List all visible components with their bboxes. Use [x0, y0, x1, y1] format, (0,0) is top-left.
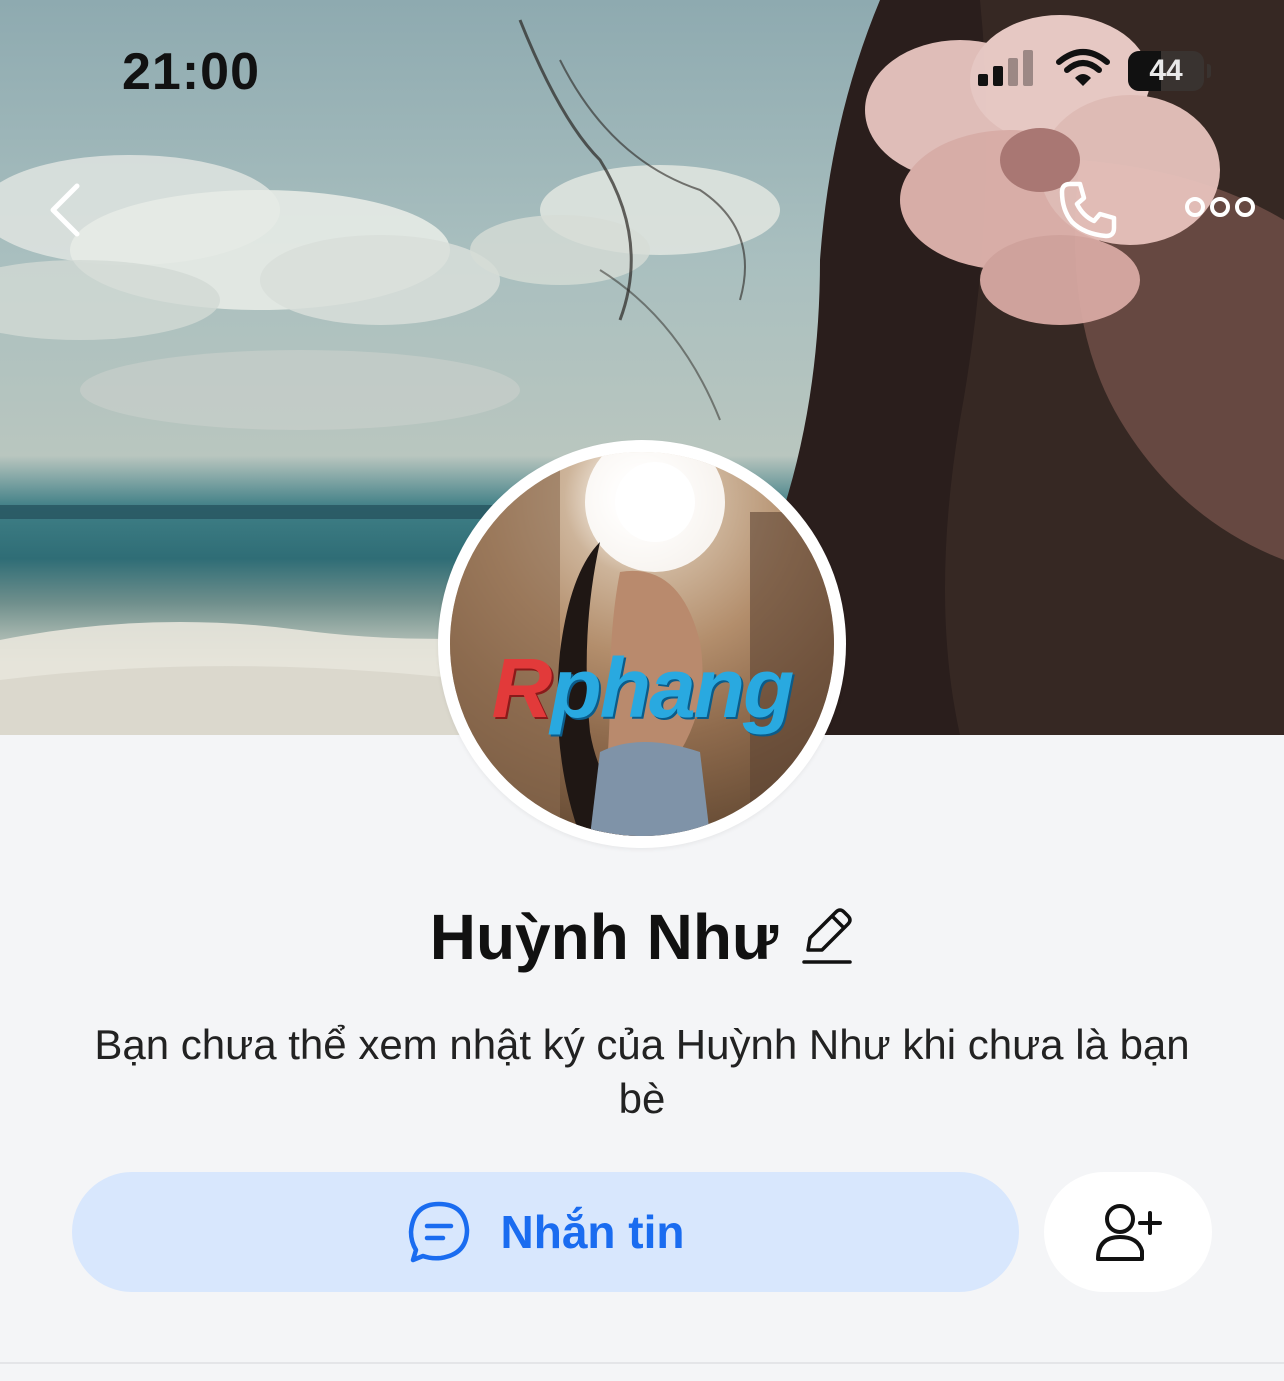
- message-button-label: Nhắn tin: [500, 1206, 685, 1258]
- add-friend-button[interactable]: [1044, 1172, 1212, 1292]
- section-divider: [0, 1362, 1284, 1364]
- wifi-icon: [1056, 48, 1110, 93]
- battery-icon: 44: [1128, 50, 1211, 91]
- status-time: 21:00: [122, 43, 260, 101]
- pencil-icon: [802, 908, 853, 964]
- profile-screen: 21:00 44 Rphang Huỳnh Như Bạn chưa thể x…: [0, 0, 1284, 1381]
- add-user-icon: [1096, 1204, 1162, 1261]
- call-button[interactable]: [1048, 170, 1128, 250]
- diary-privacy-notice: Bạn chưa thể xem nhật ký của Huỳnh Như k…: [94, 1021, 1190, 1122]
- more-options-icon: [1185, 197, 1255, 217]
- avatar-photo: Rphang: [450, 452, 834, 836]
- profile-avatar[interactable]: Rphang: [438, 440, 846, 848]
- cellular-signal-icon: [978, 50, 1038, 91]
- status-icons: 44: [978, 48, 1211, 93]
- edit-name-button[interactable]: [800, 906, 854, 968]
- phone-icon: [1059, 181, 1117, 239]
- avatar-watermark: Rphang: [491, 641, 795, 735]
- profile-name-row: Huỳnh Như: [0, 900, 1284, 974]
- profile-name: Huỳnh Như: [429, 901, 779, 973]
- chat-bubble-icon: [408, 1201, 469, 1263]
- chevron-left-icon: [50, 183, 80, 237]
- battery-level: 44: [1149, 53, 1183, 87]
- more-options-button[interactable]: [1178, 180, 1262, 234]
- back-button[interactable]: [30, 170, 100, 250]
- message-button[interactable]: Nhắn tin: [72, 1172, 1019, 1292]
